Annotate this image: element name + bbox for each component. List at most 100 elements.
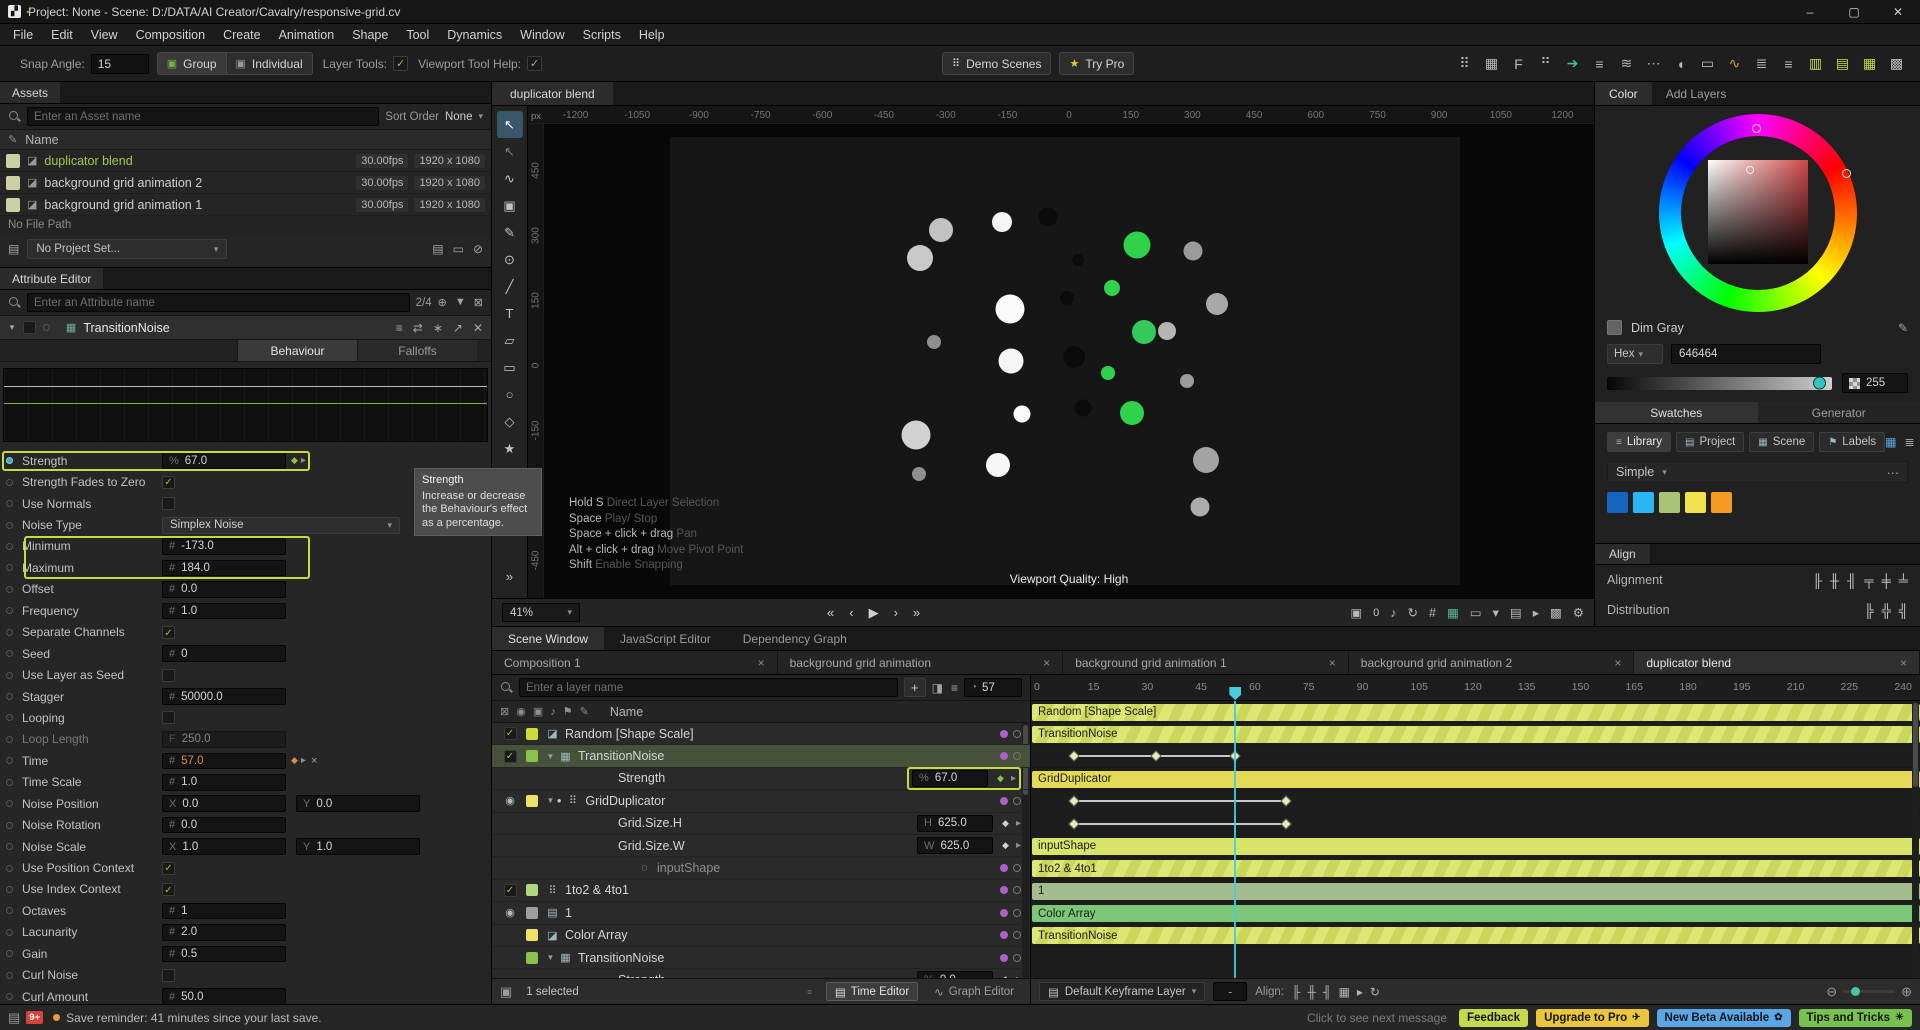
seed-value-field[interactable]: #0 bbox=[162, 645, 286, 662]
menu-file[interactable]: File bbox=[4, 24, 42, 45]
distribute-right-icon[interactable]: ╣ bbox=[1899, 603, 1908, 618]
display-chevron-icon[interactable]: ▾ bbox=[1493, 605, 1499, 620]
demo-scenes-button[interactable]: ⠿ Demo Scenes bbox=[942, 52, 1052, 75]
menu-scripts[interactable]: Scripts bbox=[574, 24, 630, 45]
attribute-name[interactable]: Grid.Size.W bbox=[618, 839, 685, 853]
next-keyframe-icon[interactable]: ▸ bbox=[1016, 840, 1021, 851]
shape-dot[interactable] bbox=[1120, 400, 1145, 425]
grid-view-icon[interactable]: ▦ bbox=[1885, 435, 1896, 449]
text-tool[interactable]: T bbox=[497, 300, 523, 327]
enabled-checkbox[interactable]: ✓ bbox=[503, 727, 517, 741]
loop-length-value-field[interactable]: F 250.0 bbox=[162, 731, 286, 748]
asset-color-chip[interactable] bbox=[6, 175, 20, 190]
align-bottom-icon[interactable]: ╧ bbox=[1899, 573, 1908, 588]
noise-rotation-value-field[interactable]: #0.0 bbox=[162, 816, 286, 834]
text-align-right-icon[interactable]: ≡ bbox=[1775, 56, 1802, 72]
sort-order-value[interactable]: None bbox=[445, 111, 473, 123]
polygon-tool[interactable]: ◇ bbox=[497, 408, 523, 435]
layer-row[interactable]: ◌ inputShape bbox=[492, 857, 1030, 880]
sv-marker[interactable] bbox=[1745, 166, 1754, 175]
noise-type-dropdown[interactable]: Simplex Noise ▾ bbox=[162, 516, 400, 534]
keyframe-icon[interactable] bbox=[1279, 795, 1292, 807]
shape-dot[interactable] bbox=[1104, 279, 1121, 296]
list-view-icon[interactable]: ≣ bbox=[1905, 435, 1915, 449]
align-right-icon[interactable]: ╢ bbox=[1847, 573, 1856, 588]
close-icon[interactable]: × bbox=[1900, 656, 1907, 670]
layer-color-chip[interactable] bbox=[526, 884, 538, 897]
lacunarity-value-field[interactable]: #2.0 bbox=[162, 924, 286, 941]
input-indicator-icon[interactable] bbox=[1000, 752, 1008, 761]
chevron-down-icon[interactable]: ▾ bbox=[478, 111, 483, 122]
timeline-bar[interactable]: GridDuplicator bbox=[1032, 770, 1920, 788]
offset-value-field[interactable]: #0.0 bbox=[162, 581, 286, 598]
menu-shape[interactable]: Shape bbox=[343, 24, 397, 45]
maximum-value-field[interactable]: #184.0 bbox=[162, 559, 286, 577]
next-keyframe-icon[interactable]: ▸ bbox=[301, 755, 306, 766]
minimum-value-field[interactable]: # -173.0 bbox=[162, 538, 286, 555]
clear-search-icon[interactable]: ⊠ bbox=[474, 296, 483, 309]
keyframe-indicator-icon[interactable] bbox=[1013, 953, 1021, 962]
tag-filter-icon[interactable]: ◨ bbox=[932, 681, 943, 695]
layer-tools-checkbox[interactable]: ✓ bbox=[393, 56, 409, 71]
layer-color-chip[interactable] bbox=[526, 727, 538, 740]
align-center-icon[interactable]: ╫ bbox=[1308, 985, 1317, 999]
keyframe-diamond-icon[interactable]: ◆ bbox=[1002, 974, 1009, 978]
dots-grid-icon[interactable]: ⠿ bbox=[1451, 55, 1478, 72]
zoom-out-icon[interactable]: ⊖ bbox=[1826, 984, 1837, 1000]
viewport-canvas[interactable]: Hold S Direct Layer Selection Space Play/… bbox=[544, 124, 1594, 598]
library-button[interactable]: ≡ Library bbox=[1607, 432, 1671, 452]
enabled-checkbox[interactable]: ✓ bbox=[503, 883, 517, 897]
layer-row[interactable]: Grid.Size.W W 625.0 ◆ ▸ bbox=[492, 835, 1030, 858]
display-mode-icon[interactable]: ▭ bbox=[1470, 605, 1482, 620]
attribute-socket[interactable] bbox=[6, 885, 13, 893]
attribute-socket[interactable] bbox=[6, 693, 13, 701]
value-field[interactable]: % 0.0 bbox=[917, 971, 994, 978]
keyframe-indicator-icon[interactable] bbox=[1013, 931, 1021, 940]
visibility-eye-icon[interactable]: ◉ bbox=[505, 794, 515, 807]
noise-scale-value-field[interactable]: X 1.0 bbox=[162, 838, 286, 855]
menu-dynamics[interactable]: Dynamics bbox=[438, 24, 511, 45]
visibility-eye-icon[interactable]: ◉ bbox=[505, 906, 515, 919]
composition-tab-composition-1[interactable]: Composition 1 × bbox=[492, 651, 778, 674]
swatch-category-dropdown[interactable]: Simple ▾ ⋯ bbox=[1607, 461, 1908, 483]
text-align-left-icon[interactable]: ≣ bbox=[1748, 55, 1775, 72]
attribute-socket[interactable] bbox=[6, 628, 13, 636]
layer-name[interactable]: Color Array bbox=[565, 928, 628, 942]
use-position-context-checkbox[interactable]: ✓ bbox=[162, 861, 175, 875]
keyframe-icon[interactable] bbox=[1068, 795, 1080, 807]
lock-icon[interactable]: ⊠ bbox=[500, 705, 509, 718]
try-pro-button[interactable]: ★ Try Pro bbox=[1059, 52, 1135, 75]
scatter-icon[interactable]: ⠛ bbox=[1532, 55, 1559, 72]
saturation-value-square[interactable] bbox=[1707, 160, 1808, 264]
color-swatch[interactable] bbox=[1685, 492, 1706, 513]
pivot-tool[interactable]: ⊙ bbox=[497, 246, 523, 273]
attribute-socket[interactable] bbox=[6, 714, 13, 722]
asset-row[interactable]: ◪ background grid animation 2 30.00fps 1920… bbox=[0, 172, 491, 194]
labels-button[interactable]: ⚑ Labels bbox=[1819, 432, 1886, 452]
tab-assets[interactable]: Assets bbox=[0, 82, 61, 103]
layer-row[interactable]: ✓ ⠿ 1to2 & 4to1 bbox=[492, 880, 1030, 903]
artboard-tool[interactable]: ▣ bbox=[497, 192, 523, 219]
render-icon[interactable]: ▣ bbox=[533, 705, 543, 718]
minimize-button[interactable]: – bbox=[1788, 0, 1832, 23]
maximize-button[interactable]: ▢ bbox=[1832, 0, 1876, 23]
project-set-dropdown[interactable]: No Project Set... ▾ bbox=[27, 239, 228, 259]
console-icon[interactable]: ▤ bbox=[8, 1010, 20, 1026]
menu-help[interactable]: Help bbox=[630, 24, 674, 45]
keyframe-icon[interactable] bbox=[1068, 817, 1080, 830]
shape-dot[interactable] bbox=[1183, 241, 1203, 261]
layer-search-input[interactable] bbox=[519, 678, 898, 697]
hue-marker-secondary[interactable] bbox=[1841, 169, 1851, 178]
snap-angle-input[interactable] bbox=[90, 53, 149, 74]
close-icon[interactable]: × bbox=[1614, 656, 1621, 670]
current-frame-field[interactable]: ◔ 57 bbox=[964, 678, 1022, 697]
attribute-socket[interactable] bbox=[6, 843, 13, 851]
shape-dot[interactable] bbox=[907, 245, 934, 272]
layer-row[interactable]: Strength% 0.0 ◆ ▸ bbox=[492, 969, 1030, 978]
enabled-checkbox[interactable]: ✓ bbox=[503, 749, 517, 763]
input-indicator-icon[interactable] bbox=[1000, 886, 1008, 895]
attribute-socket[interactable] bbox=[6, 650, 13, 658]
input-indicator-icon[interactable] bbox=[1000, 953, 1008, 962]
more-options-icon[interactable]: ⋯ bbox=[1887, 465, 1900, 480]
menu-create[interactable]: Create bbox=[214, 24, 270, 45]
